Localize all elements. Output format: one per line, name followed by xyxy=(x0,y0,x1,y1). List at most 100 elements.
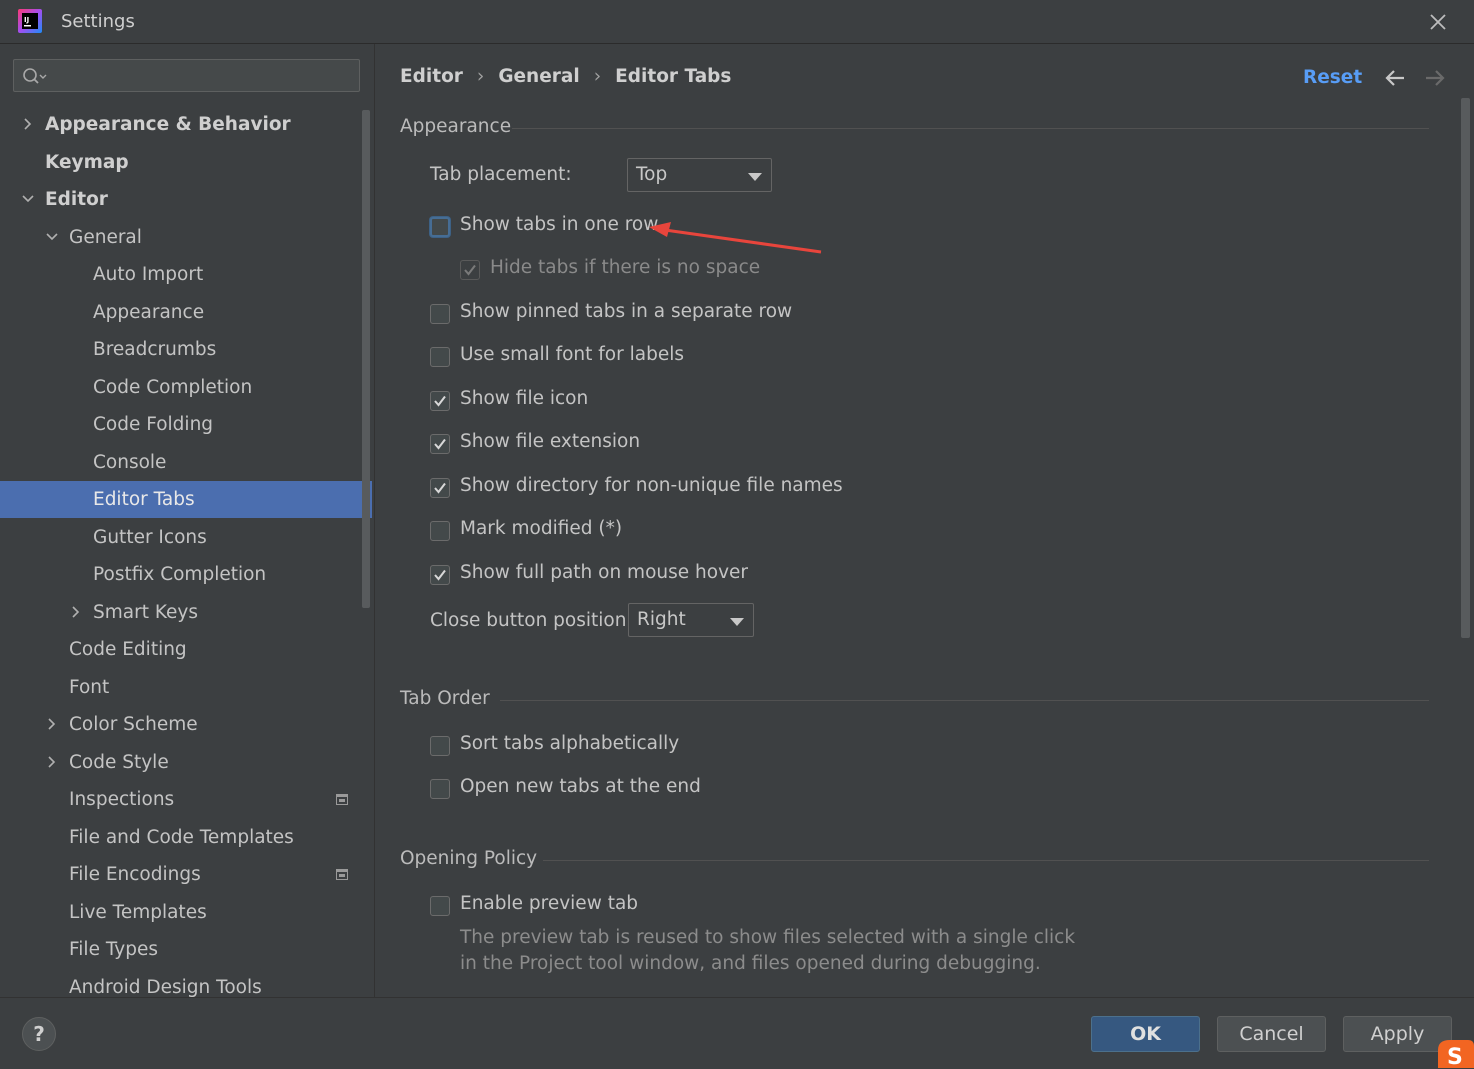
sidebar-item-inspections[interactable]: Inspections xyxy=(0,781,372,818)
sidebar-item-font[interactable]: Font xyxy=(0,669,372,706)
arrow-right-icon[interactable] xyxy=(1423,67,1447,89)
chevron-down-icon[interactable] xyxy=(45,230,59,244)
close-icon[interactable] xyxy=(1426,10,1450,34)
section-title-opening-policy: Opening Policy xyxy=(400,848,538,869)
checkbox-checked-icon[interactable] xyxy=(430,565,450,585)
sidebar-item-label: General xyxy=(69,226,142,248)
sidebar-item-file-types[interactable]: File Types xyxy=(0,931,372,968)
sidebar-item-code-folding[interactable]: Code Folding xyxy=(0,406,372,443)
sidebar-item-label: Console xyxy=(93,451,167,473)
sidebar-item-code-completion[interactable]: Code Completion xyxy=(0,369,372,406)
ok-button[interactable]: OK xyxy=(1091,1016,1200,1052)
sidebar-item-file-encodings[interactable]: File Encodings xyxy=(0,856,372,893)
breadcrumb-separator: › xyxy=(593,66,602,87)
svg-text:S: S xyxy=(1447,1045,1463,1068)
window-title: Settings xyxy=(61,11,135,32)
dialog-footer: ? OK Cancel Apply xyxy=(0,997,1474,1069)
chevron-down-icon[interactable] xyxy=(21,192,35,206)
checkbox-unchecked-icon[interactable] xyxy=(430,521,450,541)
sidebar-item-label: Auto Import xyxy=(93,264,204,285)
checkbox-label: Show pinned tabs in a separate row xyxy=(460,301,793,322)
sidebar-item-breadcrumbs[interactable]: Breadcrumbs xyxy=(0,331,372,368)
close-button-position-value: Right xyxy=(637,609,686,630)
sidebar-item-appearance-behavior[interactable]: Appearance & Behavior xyxy=(0,106,372,143)
annotation-arrow-icon xyxy=(649,222,822,254)
sidebar-item-label: Editor Tabs xyxy=(93,489,195,510)
title-bar: IJ Settings xyxy=(0,0,1474,44)
sidebar-item-postfix-completion[interactable]: Postfix Completion xyxy=(0,556,372,593)
checkbox-unchecked-icon[interactable] xyxy=(430,779,450,799)
checkbox-checked-icon[interactable] xyxy=(430,391,450,411)
settings-content: Editor › General › Editor Tabs Reset Appeara… xyxy=(375,44,1474,997)
sidebar-item-label: File Types xyxy=(69,939,158,960)
checkbox-unchecked-icon[interactable] xyxy=(430,304,450,324)
project-scope-icon xyxy=(336,794,348,805)
sidebar-item-code-editing[interactable]: Code Editing xyxy=(0,631,372,668)
checkbox-label: Open new tabs at the end xyxy=(460,776,701,797)
sidebar-item-auto-import[interactable]: Auto Import xyxy=(0,256,372,293)
sidebar-item-label: Postfix Completion xyxy=(93,564,267,585)
checkbox-label: Use small font for labels xyxy=(460,344,684,365)
reset-link[interactable]: Reset xyxy=(1303,67,1362,88)
sidebar-scrollbar[interactable] xyxy=(362,110,370,608)
sidebar-item-appearance[interactable]: Appearance xyxy=(0,294,372,331)
breadcrumb-editor[interactable]: Editor xyxy=(400,66,463,87)
sidebar-item-editor[interactable]: Editor xyxy=(0,181,372,218)
sidebar-item-live-templates[interactable]: Live Templates xyxy=(0,894,372,931)
help-button[interactable]: ? xyxy=(22,1017,56,1051)
chevron-right-icon[interactable] xyxy=(45,717,59,731)
checkbox-label: Mark modified (*) xyxy=(460,518,623,539)
search-icon xyxy=(23,68,47,84)
sidebar-item-gutter-icons[interactable]: Gutter Icons xyxy=(0,519,372,556)
chevron-right-icon[interactable] xyxy=(21,117,35,131)
content-scrollbar[interactable] xyxy=(1461,98,1470,638)
sidebar-item-label: Keymap xyxy=(45,151,129,173)
sidebar-item-android-design-tools[interactable]: Android Design Tools xyxy=(0,969,372,998)
sidebar-item-color-scheme[interactable]: Color Scheme xyxy=(0,706,372,743)
sidebar-item-code-style[interactable]: Code Style xyxy=(0,744,372,781)
sidebar-item-general[interactable]: General xyxy=(0,219,372,256)
sidebar-item-editor-tabs[interactable]: Editor Tabs xyxy=(0,481,372,518)
sidebar-item-label: Breadcrumbs xyxy=(93,339,217,360)
breadcrumb-editor-tabs: Editor Tabs xyxy=(615,66,732,87)
checkbox-label: Enable preview tab xyxy=(460,893,639,914)
project-scope-icon xyxy=(336,869,348,880)
chevron-right-icon[interactable] xyxy=(69,605,83,619)
sidebar-item-label: Code Completion xyxy=(93,376,253,398)
section-title-tab-order: Tab Order xyxy=(400,688,490,709)
checkbox-unchecked-icon[interactable] xyxy=(430,736,450,756)
sidebar-item-label: Editor xyxy=(45,189,108,210)
section-divider xyxy=(500,700,1429,701)
tab-placement-label: Tab placement: xyxy=(430,164,572,185)
checkbox-checked-icon[interactable] xyxy=(430,434,450,454)
checkbox-label: Show tabs in one row xyxy=(460,214,659,235)
sidebar-item-label: Code Style xyxy=(69,751,169,773)
checkbox-unchecked-icon[interactable] xyxy=(430,896,450,916)
checkbox-unchecked-icon[interactable] xyxy=(430,217,450,237)
sidebar-item-smart-keys[interactable]: Smart Keys xyxy=(0,594,372,631)
breadcrumb-separator: › xyxy=(476,66,485,87)
sidebar-item-keymap[interactable]: Keymap xyxy=(0,144,372,181)
sidebar-item-label: Live Templates xyxy=(69,901,207,923)
checkbox-checked-icon[interactable] xyxy=(430,478,450,498)
sogou-ime-icon: S xyxy=(1438,1040,1474,1068)
arrow-left-icon[interactable] xyxy=(1383,67,1407,89)
close-button-position-select[interactable]: Right xyxy=(628,603,754,637)
sidebar-item-console[interactable]: Console xyxy=(0,444,372,481)
checkbox-unchecked-icon[interactable] xyxy=(430,347,450,367)
breadcrumb-general[interactable]: General xyxy=(498,66,579,87)
chevron-right-icon[interactable] xyxy=(45,755,59,769)
sidebar-item-label: Color Scheme xyxy=(69,714,198,735)
tab-placement-select[interactable]: Top xyxy=(627,158,772,192)
sidebar-item-label: Code Folding xyxy=(93,414,214,435)
cancel-button[interactable]: Cancel xyxy=(1217,1016,1326,1052)
sidebar-item-label: Gutter Icons xyxy=(93,526,207,548)
checkbox-label: Show directory for non-unique file names xyxy=(460,475,843,496)
sidebar-item-file-and-code-templates[interactable]: File and Code Templates xyxy=(0,819,372,856)
close-button-position-label: Close button position: xyxy=(430,610,633,631)
checkbox-label: Show file extension xyxy=(460,431,641,452)
breadcrumb: Editor › General › Editor Tabs xyxy=(400,66,731,87)
sidebar-item-label: Inspections xyxy=(69,789,175,810)
search-input[interactable] xyxy=(13,59,360,92)
svg-text:IJ: IJ xyxy=(24,16,29,24)
